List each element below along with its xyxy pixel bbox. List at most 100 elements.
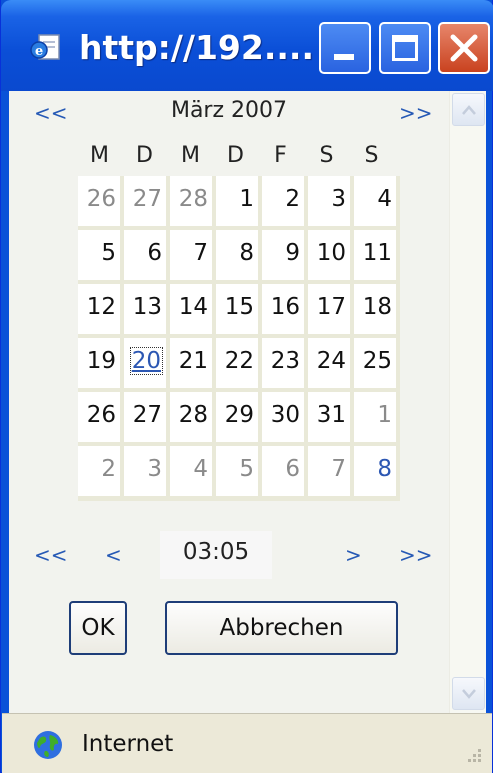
chevron-up-icon <box>462 105 476 115</box>
vertical-scrollbar[interactable] <box>449 91 486 713</box>
calendar-day[interactable]: 24 <box>308 338 350 388</box>
calendar-day[interactable]: 29 <box>216 392 258 442</box>
minimize-icon <box>334 54 354 60</box>
calendar-day[interactable]: 4 <box>354 176 396 226</box>
next-minute-button[interactable]: > <box>345 543 362 567</box>
calendar-grid: 26 27 28 1 2 3 4 5 6 7 8 9 10 11 12 13 14 15 16 17 18 19 20 21 2… <box>78 176 400 501</box>
calendar-day[interactable]: 1 <box>216 176 258 226</box>
calendar-day[interactable]: 6 <box>262 446 304 496</box>
time-value: 03:05 <box>182 539 250 565</box>
calendar-day[interactable]: 15 <box>216 284 258 334</box>
day-number: 13 <box>132 294 162 320</box>
calendar-day[interactable]: 22 <box>216 338 258 388</box>
ie-page-icon: e <box>30 34 60 60</box>
calendar-day[interactable]: 3 <box>308 176 350 226</box>
day-number: 21 <box>178 348 208 374</box>
close-icon <box>450 34 478 62</box>
day-number: 6 <box>285 456 300 482</box>
calendar-day[interactable]: 8 <box>216 230 258 280</box>
day-number: 2 <box>285 186 300 212</box>
status-bar: Internet <box>2 713 492 773</box>
calendar-day[interactable]: 7 <box>170 230 212 280</box>
date-picker: << März 2007 >> M D M D F S S 26 27 28 1 2 3 4… <box>9 91 449 713</box>
day-number: 3 <box>147 456 162 482</box>
calendar-day-selected[interactable]: 20 <box>124 338 166 388</box>
calendar-day[interactable]: 2 <box>78 446 120 496</box>
window-title: http://192.... <box>79 28 314 67</box>
calendar-day[interactable]: 23 <box>262 338 304 388</box>
scroll-up-button[interactable] <box>452 93 485 126</box>
calendar-day[interactable]: 11 <box>354 230 396 280</box>
calendar-day[interactable]: 18 <box>354 284 396 334</box>
resize-grip-icon[interactable] <box>464 747 482 765</box>
day-number: 29 <box>224 402 254 428</box>
day-number: 12 <box>86 294 116 320</box>
calendar-day[interactable]: 28 <box>170 392 212 442</box>
month-navigation: << März 2007 >> <box>9 91 449 131</box>
day-number: 27 <box>132 186 162 212</box>
calendar-day[interactable]: 31 <box>308 392 350 442</box>
day-number: 10 <box>316 240 346 266</box>
calendar-day[interactable]: 5 <box>216 446 258 496</box>
calendar-day[interactable]: 9 <box>262 230 304 280</box>
calendar-day[interactable]: 1 <box>354 392 396 442</box>
day-number: 25 <box>362 348 392 374</box>
close-button[interactable] <box>438 22 490 74</box>
calendar-day[interactable]: 3 <box>124 446 166 496</box>
day-number: 9 <box>285 240 300 266</box>
globe-icon <box>34 731 62 759</box>
calendar-day[interactable]: 5 <box>78 230 120 280</box>
day-number: 6 <box>147 240 162 266</box>
scroll-down-button[interactable] <box>452 677 485 710</box>
calendar-day[interactable]: 19 <box>78 338 120 388</box>
calendar-day[interactable]: 16 <box>262 284 304 334</box>
calendar-day[interactable]: 10 <box>308 230 350 280</box>
day-number: 31 <box>316 402 346 428</box>
day-number: 19 <box>86 348 116 374</box>
calendar-day[interactable]: 7 <box>308 446 350 496</box>
chevron-down-icon <box>462 689 476 699</box>
calendar-day[interactable]: 14 <box>170 284 212 334</box>
day-number: 18 <box>362 294 392 320</box>
weekday-label: D <box>136 143 153 168</box>
calendar-day[interactable]: 4 <box>170 446 212 496</box>
next-period-button[interactable]: >> <box>399 101 433 125</box>
weekday-label: M <box>90 143 109 168</box>
day-number: 2 <box>101 456 116 482</box>
calendar-day[interactable]: 2 <box>262 176 304 226</box>
calendar-day[interactable]: 17 <box>308 284 350 334</box>
day-number: 22 <box>224 348 254 374</box>
calendar-day[interactable]: 21 <box>170 338 212 388</box>
calendar-day[interactable]: 26 <box>78 176 120 226</box>
day-number: 8 <box>239 240 254 266</box>
day-number: 5 <box>239 456 254 482</box>
calendar-day[interactable]: 13 <box>124 284 166 334</box>
calendar-day[interactable]: 25 <box>354 338 396 388</box>
calendar-day[interactable]: 12 <box>78 284 120 334</box>
calendar-day[interactable]: 30 <box>262 392 304 442</box>
weekday-label: S <box>364 143 379 168</box>
ok-button[interactable]: OK <box>69 601 127 655</box>
maximize-button[interactable] <box>379 22 431 74</box>
security-zone-label: Internet <box>82 731 174 757</box>
calendar-day[interactable]: 8 <box>354 446 396 496</box>
calendar-day[interactable]: 26 <box>78 392 120 442</box>
prev-hour-button[interactable]: << <box>34 543 68 567</box>
cancel-button[interactable]: Abbrechen <box>165 601 398 655</box>
day-number: 4 <box>193 456 208 482</box>
calendar-day[interactable]: 27 <box>124 176 166 226</box>
next-hour-button[interactable]: >> <box>399 543 433 567</box>
calendar-day[interactable]: 28 <box>170 176 212 226</box>
calendar-day[interactable]: 27 <box>124 392 166 442</box>
weekday-label: D <box>227 143 244 168</box>
day-number: 23 <box>270 348 300 374</box>
weekday-label: S <box>319 143 334 168</box>
popup-window: e http://192.... << März 2007 >> M D M D… <box>0 0 493 773</box>
calendar-day[interactable]: 6 <box>124 230 166 280</box>
title-bar[interactable]: e http://192.... <box>1 0 493 91</box>
prev-minute-button[interactable]: < <box>105 543 122 567</box>
minimize-button[interactable] <box>319 22 371 74</box>
day-number: 5 <box>101 240 116 266</box>
day-number: 24 <box>316 348 346 374</box>
day-number: 15 <box>224 294 254 320</box>
